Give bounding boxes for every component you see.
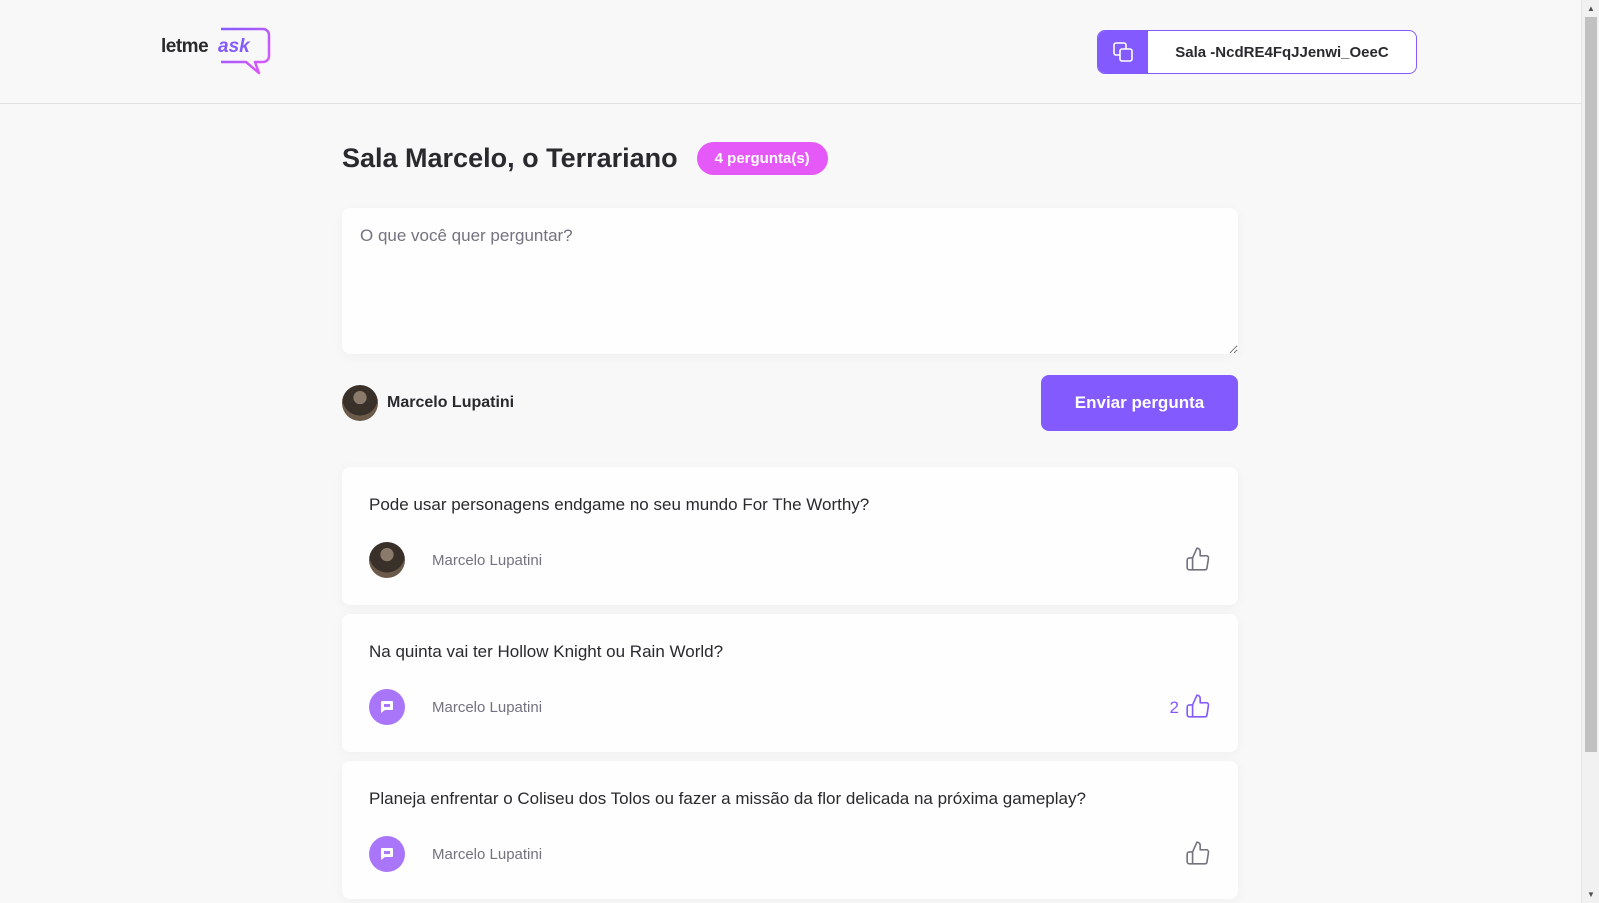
- room-code-button[interactable]: Sala -NcdRE4FqJJenwi_OeeC: [1097, 30, 1417, 74]
- question-author: Marcelo Lupatini: [369, 542, 542, 578]
- author-name: Marcelo Lupatini: [432, 845, 543, 863]
- like-count: 2: [1169, 698, 1179, 717]
- avatar: [369, 542, 405, 578]
- like-button[interactable]: 2: [1170, 693, 1211, 719]
- like-button[interactable]: [1179, 546, 1211, 572]
- room-title: Sala Marcelo, o Terrariano: [342, 143, 678, 173]
- question-list: Pode usar personagens endgame no seu mun…: [342, 467, 1238, 903]
- logo-text-suffix: ask: [218, 36, 250, 57]
- page: letme ask Sala -NcdRE4FqJJenwi_OeeC Sala…: [0, 0, 1581, 903]
- question-author: Marcelo Lupatini: [369, 689, 542, 725]
- room-title-row: Sala Marcelo, o Terrariano 4 pergunta(s): [342, 142, 828, 175]
- question-input[interactable]: [342, 208, 1238, 354]
- scroll-down-arrow-icon[interactable]: ▼: [1582, 886, 1599, 903]
- logo-text-prefix: letme: [161, 36, 209, 57]
- room-code-text: Sala -NcdRE4FqJJenwi_OeeC: [1175, 43, 1389, 61]
- author-name: Marcelo Lupatini: [432, 698, 543, 716]
- form-footer: Marcelo Lupatini Enviar pergunta: [342, 375, 1238, 431]
- question-text: Na quinta vai ter Hollow Knight ou Rain …: [369, 642, 724, 661]
- question-card: Planeja enfrentar o Coliseu dos Tolos ou…: [342, 761, 1238, 899]
- author-name: Marcelo Lupatini: [432, 551, 543, 569]
- header: letme ask Sala -NcdRE4FqJJenwi_OeeC: [0, 0, 1581, 104]
- send-question-button[interactable]: Enviar pergunta: [1041, 375, 1238, 431]
- vertical-scrollbar[interactable]: ▲ ▼: [1581, 0, 1599, 903]
- question-author: Marcelo Lupatini: [369, 836, 542, 872]
- thumbs-up-icon: [1186, 547, 1210, 571]
- like-button[interactable]: [1179, 840, 1211, 866]
- question-count-badge: 4 pergunta(s): [696, 142, 828, 175]
- default-avatar-icon: [369, 689, 405, 725]
- scroll-thumb[interactable]: [1585, 17, 1597, 752]
- thumbs-up-icon: [1186, 694, 1210, 718]
- user-name: Marcelo Lupatini: [387, 394, 515, 411]
- letmeask-logo[interactable]: letme ask: [161, 26, 271, 78]
- question-card: Na quinta vai ter Hollow Knight ou Rain …: [342, 614, 1238, 752]
- question-text: Pode usar personagens endgame no seu mun…: [369, 495, 870, 514]
- default-avatar-icon: [369, 836, 405, 872]
- avatar: [342, 385, 378, 421]
- copy-icon[interactable]: [1098, 31, 1148, 73]
- question-text: Planeja enfrentar o Coliseu dos Tolos ou…: [369, 789, 1086, 808]
- user-info: Marcelo Lupatini: [342, 385, 514, 421]
- scroll-up-arrow-icon[interactable]: ▲: [1582, 0, 1599, 17]
- thumbs-up-icon: [1186, 841, 1210, 865]
- question-card: Pode usar personagens endgame no seu mun…: [342, 467, 1238, 605]
